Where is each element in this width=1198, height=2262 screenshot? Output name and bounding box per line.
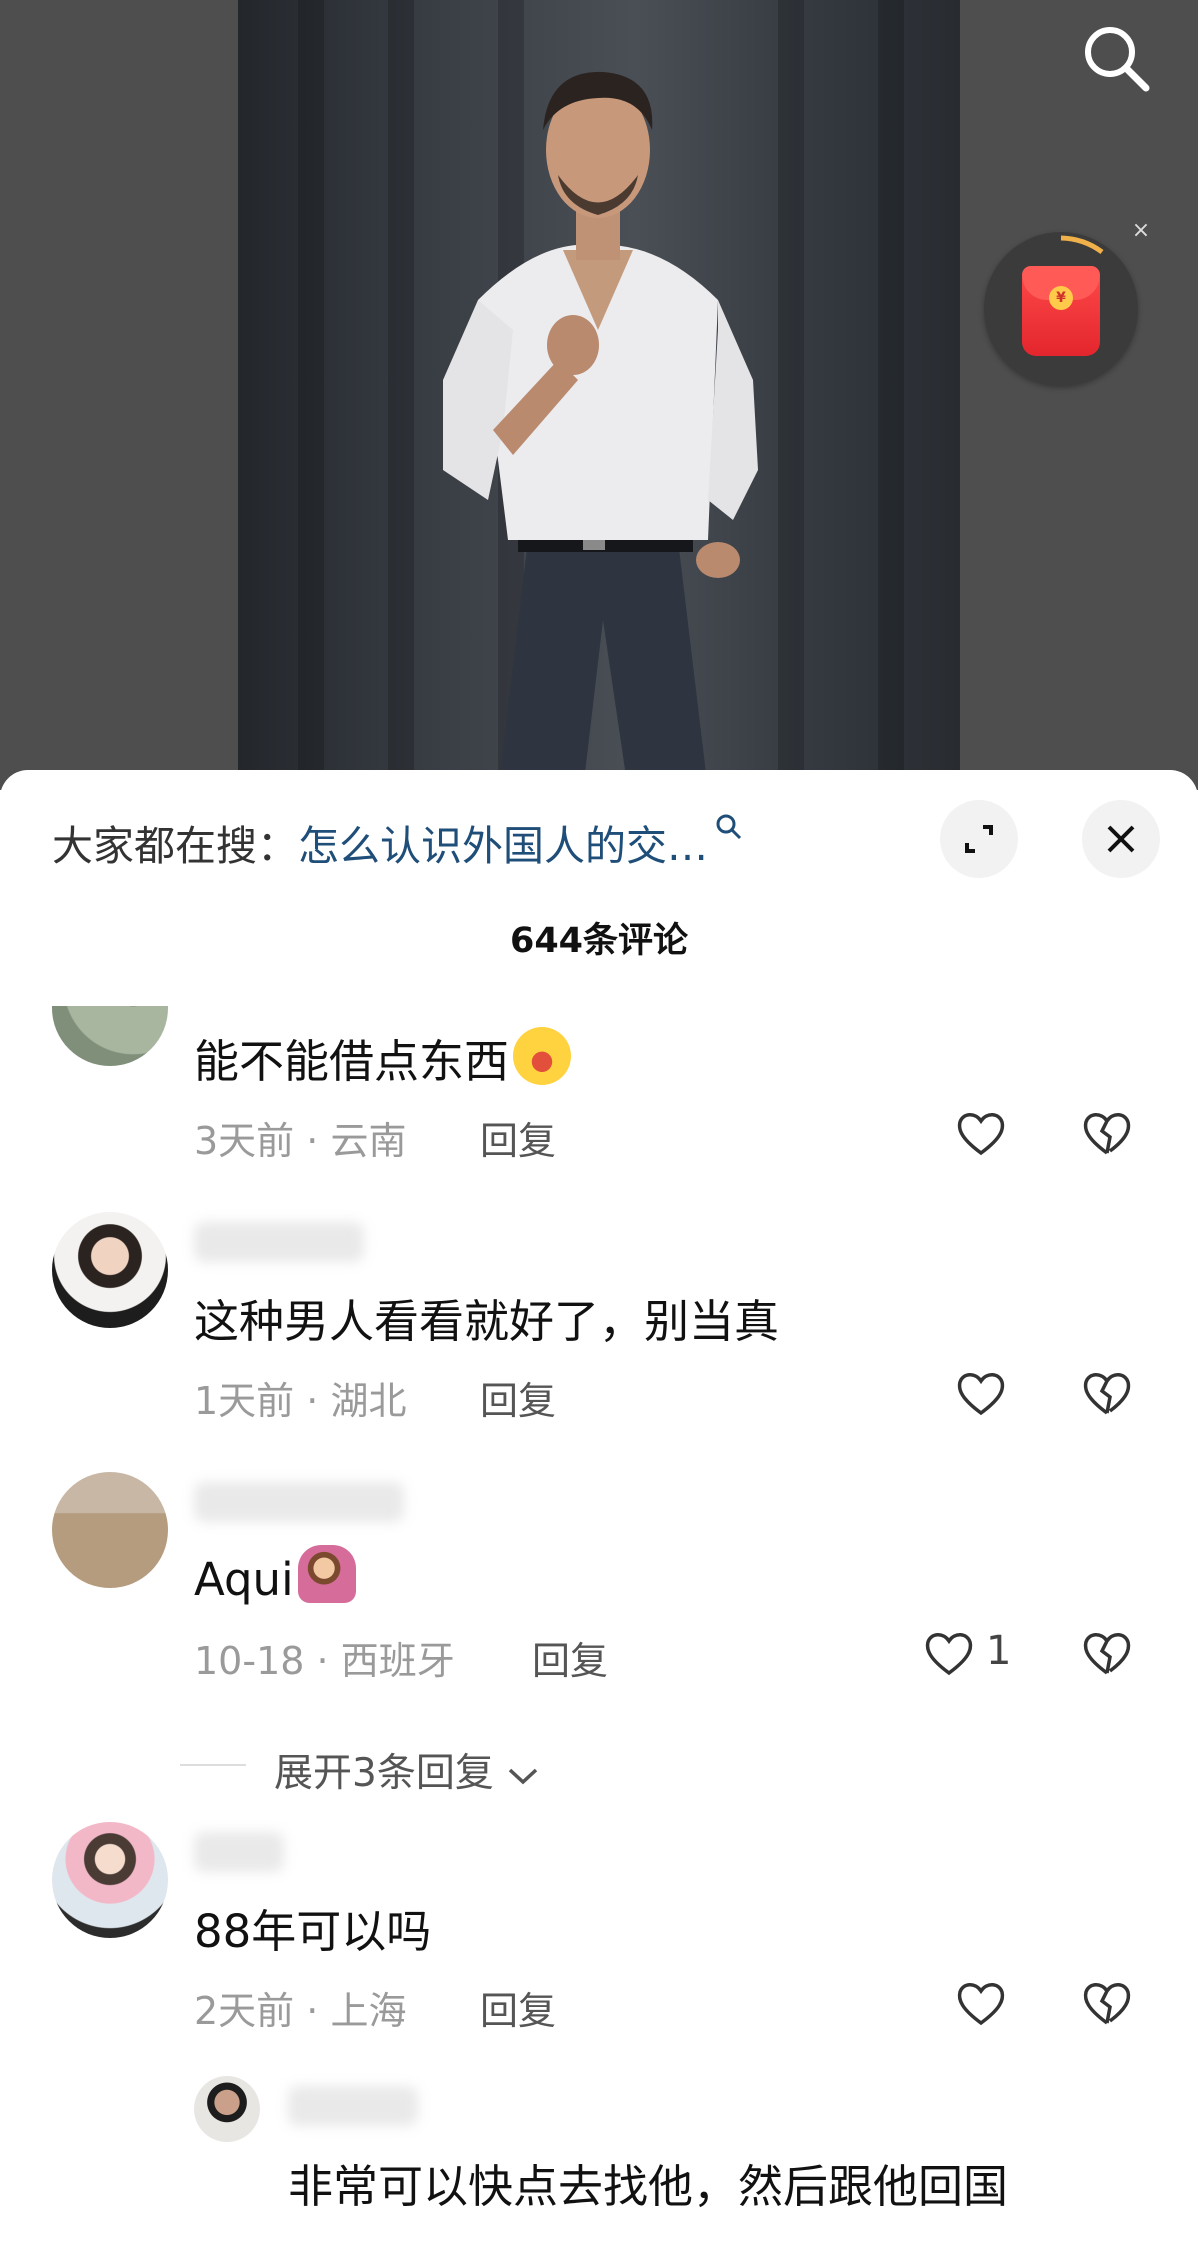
comment-text: 88年可以吗 bbox=[194, 1905, 432, 1958]
username-blurred bbox=[194, 1222, 364, 1262]
comment-meta: 10-18 · 西班牙 bbox=[194, 1639, 455, 1683]
chevron-down-icon bbox=[509, 1768, 538, 1784]
reply-button[interactable]: 回复 bbox=[480, 1980, 556, 2035]
hot-search-prefix: 大家都在搜： bbox=[52, 822, 298, 870]
close-icon bbox=[1107, 825, 1135, 853]
heart-icon[interactable] bbox=[922, 1626, 976, 1680]
expand-icon bbox=[965, 825, 993, 853]
comments-count-title: 644条评论 bbox=[509, 921, 689, 961]
avatar[interactable] bbox=[52, 1822, 168, 1938]
video-frame bbox=[238, 0, 960, 790]
expand-replies-label: 展开3条回复 bbox=[274, 1742, 540, 1798]
avatar[interactable] bbox=[194, 2076, 260, 2142]
person-raising-hand-emoji bbox=[297, 1545, 356, 1603]
comments-sheet: 大家都在搜：怎么认识外国人的交… 644条评论 bbox=[0, 770, 1198, 2262]
laughing-crying-emoji bbox=[513, 1027, 572, 1085]
reply-button[interactable]: 回复 bbox=[532, 1630, 608, 1685]
comment-text: 能不能借点东西 bbox=[194, 1025, 572, 1090]
red-envelope-icon: ¥ bbox=[1022, 266, 1100, 356]
broken-heart-icon[interactable] bbox=[1080, 1106, 1134, 1160]
username-blurred bbox=[288, 2086, 418, 2126]
close-button[interactable] bbox=[1082, 800, 1160, 878]
heart-icon[interactable] bbox=[954, 1976, 1008, 2030]
search-icon[interactable] bbox=[1078, 20, 1154, 96]
hot-search-query[interactable]: 怎么认识外国人的交… bbox=[298, 822, 708, 870]
heart-icon[interactable] bbox=[954, 1106, 1008, 1160]
username-blurred bbox=[194, 1832, 284, 1872]
username-blurred bbox=[194, 1482, 404, 1522]
red-packet-button[interactable]: ¥ bbox=[984, 232, 1138, 386]
reply-button[interactable]: 回复 bbox=[480, 1110, 556, 1165]
like-count: 1 bbox=[986, 1628, 1012, 1674]
man-in-white-shirt-image bbox=[443, 71, 758, 790]
comment-meta: 3天前 · 云南 bbox=[194, 1119, 407, 1163]
expand-button[interactable] bbox=[940, 800, 1018, 878]
red-packet-close-icon[interactable]: × bbox=[1128, 218, 1154, 244]
comment-meta: 1天前 · 湖北 bbox=[194, 1379, 407, 1423]
small-search-icon bbox=[716, 814, 742, 840]
broken-heart-icon[interactable] bbox=[1080, 1976, 1134, 2030]
comment-meta: 2天前 · 上海 bbox=[194, 1989, 407, 2033]
comment-text: 这种男人看看就好了，别当真 bbox=[194, 1295, 780, 1348]
avatar[interactable] bbox=[52, 1212, 168, 1328]
avatar[interactable] bbox=[52, 1472, 168, 1588]
comment-text: Aqui bbox=[194, 1545, 356, 1606]
broken-heart-icon[interactable] bbox=[1080, 1626, 1134, 1680]
heart-icon[interactable] bbox=[954, 1366, 1008, 1420]
video-player[interactable]: ¥ × bbox=[0, 0, 1198, 790]
divider bbox=[180, 1764, 246, 1766]
broken-heart-icon[interactable] bbox=[1080, 1366, 1134, 1420]
hot-search-bar[interactable]: 大家都在搜：怎么认识外国人的交… bbox=[52, 812, 744, 872]
reply-button[interactable]: 回复 bbox=[480, 1370, 556, 1425]
sub-reply-text: 非常可以快点去找他，然后跟他回国 bbox=[288, 2160, 1009, 2213]
